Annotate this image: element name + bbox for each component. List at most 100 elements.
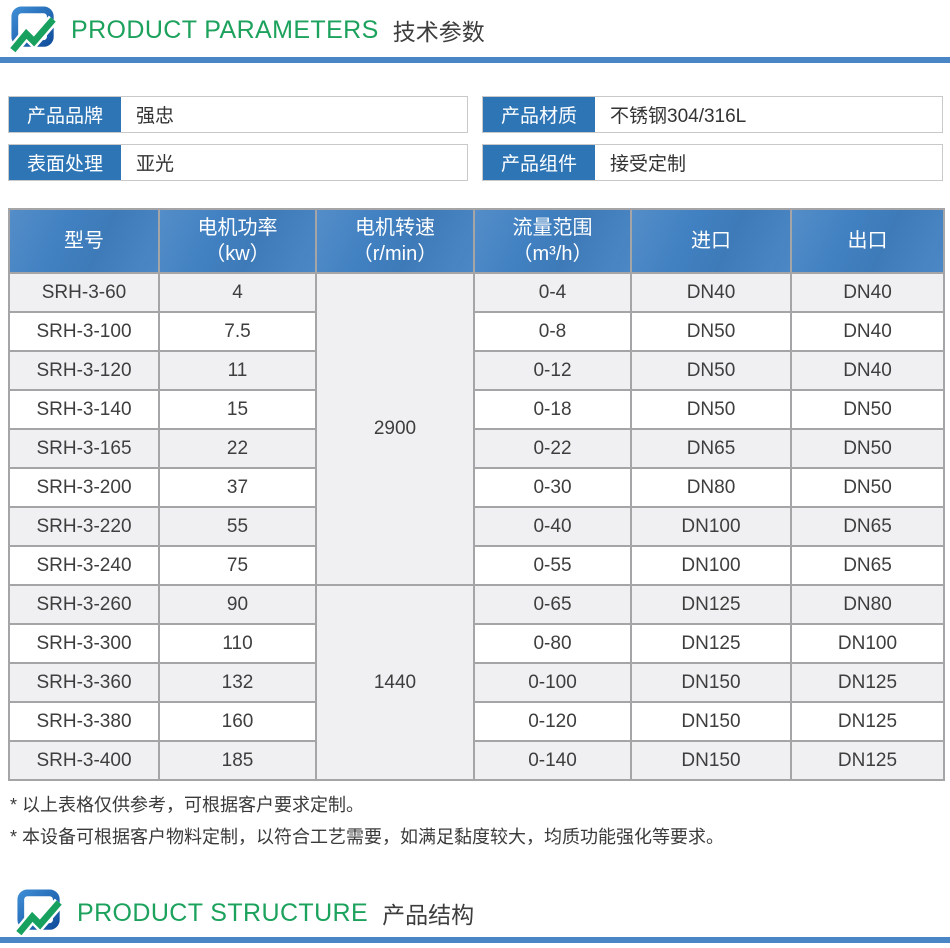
cell-flow: 0-4 <box>474 273 631 312</box>
info-value-brand: 强忠 <box>121 97 467 132</box>
cell-model: SRH-3-380 <box>9 702 159 741</box>
cell-outlet: DN50 <box>791 468 944 507</box>
section-title-en: PRODUCT PARAMETERS <box>71 16 379 45</box>
cell-outlet: DN125 <box>791 702 944 741</box>
cell-model: SRH-3-240 <box>9 546 159 585</box>
cell-power: 11 <box>159 351 316 390</box>
cell-model: SRH-3-100 <box>9 312 159 351</box>
cell-outlet: DN40 <box>791 351 944 390</box>
footnote-line-1: * 以上表格仅供参考，可根据客户要求定制。 <box>10 789 724 821</box>
cell-outlet: DN50 <box>791 429 944 468</box>
cell-inlet: DN125 <box>631 624 791 663</box>
info-label-brand: 产品品牌 <box>9 97 121 132</box>
cell-inlet: DN150 <box>631 741 791 780</box>
cell-model: SRH-3-60 <box>9 273 159 312</box>
section-title-en: PRODUCT STRUCTURE <box>77 899 368 928</box>
cell-inlet: DN100 <box>631 546 791 585</box>
cell-outlet: DN50 <box>791 390 944 429</box>
table-row: SRH-3-400 185 0-140 DN150 DN125 <box>9 741 944 780</box>
header-cell-motor-speed: 电机转速（r/min） <box>316 209 474 273</box>
product-parameters-section-header: PRODUCT PARAMETERS 技术参数 <box>10 6 485 54</box>
cell-inlet: DN80 <box>631 468 791 507</box>
info-value-component: 接受定制 <box>595 145 942 180</box>
cell-inlet: DN50 <box>631 312 791 351</box>
cell-power: 7.5 <box>159 312 316 351</box>
cell-inlet: DN125 <box>631 585 791 624</box>
cell-model: SRH-3-300 <box>9 624 159 663</box>
cell-rpm-group: 2900 <box>316 273 474 585</box>
table-row: SRH-3-165 22 0-22 DN65 DN50 <box>9 429 944 468</box>
cell-inlet: DN150 <box>631 702 791 741</box>
cell-power: 110 <box>159 624 316 663</box>
blue-divider-line <box>0 937 950 943</box>
cell-power: 132 <box>159 663 316 702</box>
spec-table-header-row: 型号 电机功率（kw） 电机转速（r/min） 流量范围（m³/h） 进口 出口 <box>9 209 944 273</box>
cell-model: SRH-3-360 <box>9 663 159 702</box>
cell-power: 185 <box>159 741 316 780</box>
cell-flow: 0-140 <box>474 741 631 780</box>
cell-outlet: DN65 <box>791 507 944 546</box>
cell-outlet: DN125 <box>791 663 944 702</box>
cell-model: SRH-3-140 <box>9 390 159 429</box>
product-structure-section-header: PRODUCT STRUCTURE 产品结构 <box>16 889 474 937</box>
cell-outlet: DN125 <box>791 741 944 780</box>
header-cell-flow-range: 流量范围（m³/h） <box>474 209 631 273</box>
cell-model: SRH-3-200 <box>9 468 159 507</box>
table-row: SRH-3-140 15 0-18 DN50 DN50 <box>9 390 944 429</box>
info-box-surface: 表面处理 亚光 <box>8 144 468 181</box>
table-row: SRH-3-260 90 1440 0-65 DN125 DN80 <box>9 585 944 624</box>
table-row: SRH-3-380 160 0-120 DN150 DN125 <box>9 702 944 741</box>
cell-flow: 0-22 <box>474 429 631 468</box>
cell-outlet: DN40 <box>791 273 944 312</box>
footnotes: * 以上表格仅供参考，可根据客户要求定制。 * 本设备可根据客户物料定制，以符合… <box>10 789 724 853</box>
info-label-surface: 表面处理 <box>9 145 121 180</box>
cell-power: 160 <box>159 702 316 741</box>
cell-inlet: DN50 <box>631 351 791 390</box>
brand-logo-icon <box>10 6 58 54</box>
cell-inlet: DN40 <box>631 273 791 312</box>
cell-model: SRH-3-260 <box>9 585 159 624</box>
table-row: SRH-3-360 132 0-100 DN150 DN125 <box>9 663 944 702</box>
table-row: SRH-3-300 110 0-80 DN125 DN100 <box>9 624 944 663</box>
table-row: SRH-3-60 4 2900 0-4 DN40 DN40 <box>9 273 944 312</box>
info-value-material: 不锈钢304/316L <box>595 97 942 132</box>
cell-flow: 0-8 <box>474 312 631 351</box>
brand-logo-icon <box>16 889 64 937</box>
section-title-zh: 技术参数 <box>393 13 485 47</box>
cell-inlet: DN150 <box>631 663 791 702</box>
table-row: SRH-3-100 7.5 0-8 DN50 DN40 <box>9 312 944 351</box>
cell-flow: 0-120 <box>474 702 631 741</box>
cell-power: 75 <box>159 546 316 585</box>
cell-inlet: DN50 <box>631 390 791 429</box>
cell-model: SRH-3-120 <box>9 351 159 390</box>
cell-flow: 0-100 <box>474 663 631 702</box>
info-label-material: 产品材质 <box>483 97 595 132</box>
info-value-surface: 亚光 <box>121 145 467 180</box>
cell-model: SRH-3-400 <box>9 741 159 780</box>
cell-flow: 0-18 <box>474 390 631 429</box>
cell-inlet: DN100 <box>631 507 791 546</box>
cell-flow: 0-65 <box>474 585 631 624</box>
table-row: SRH-3-200 37 0-30 DN80 DN50 <box>9 468 944 507</box>
info-label-component: 产品组件 <box>483 145 595 180</box>
cell-power: 4 <box>159 273 316 312</box>
cell-power: 22 <box>159 429 316 468</box>
footnote-line-2: * 本设备可根据客户物料定制，以符合工艺需要，如满足黏度较大，均质功能强化等要求… <box>10 821 724 853</box>
table-row: SRH-3-120 11 0-12 DN50 DN40 <box>9 351 944 390</box>
cell-outlet: DN40 <box>791 312 944 351</box>
cell-flow: 0-40 <box>474 507 631 546</box>
table-row: SRH-3-240 75 0-55 DN100 DN65 <box>9 546 944 585</box>
cell-model: SRH-3-165 <box>9 429 159 468</box>
info-box-material: 产品材质 不锈钢304/316L <box>482 96 943 133</box>
cell-rpm-group: 1440 <box>316 585 474 780</box>
cell-outlet: DN65 <box>791 546 944 585</box>
cell-inlet: DN65 <box>631 429 791 468</box>
cell-outlet: DN80 <box>791 585 944 624</box>
table-row: SRH-3-220 55 0-40 DN100 DN65 <box>9 507 944 546</box>
header-cell-model: 型号 <box>9 209 159 273</box>
spec-table: 型号 电机功率（kw） 电机转速（r/min） 流量范围（m³/h） 进口 出口… <box>8 208 945 781</box>
cell-flow: 0-30 <box>474 468 631 507</box>
cell-flow: 0-80 <box>474 624 631 663</box>
cell-model: SRH-3-220 <box>9 507 159 546</box>
header-cell-motor-power: 电机功率（kw） <box>159 209 316 273</box>
